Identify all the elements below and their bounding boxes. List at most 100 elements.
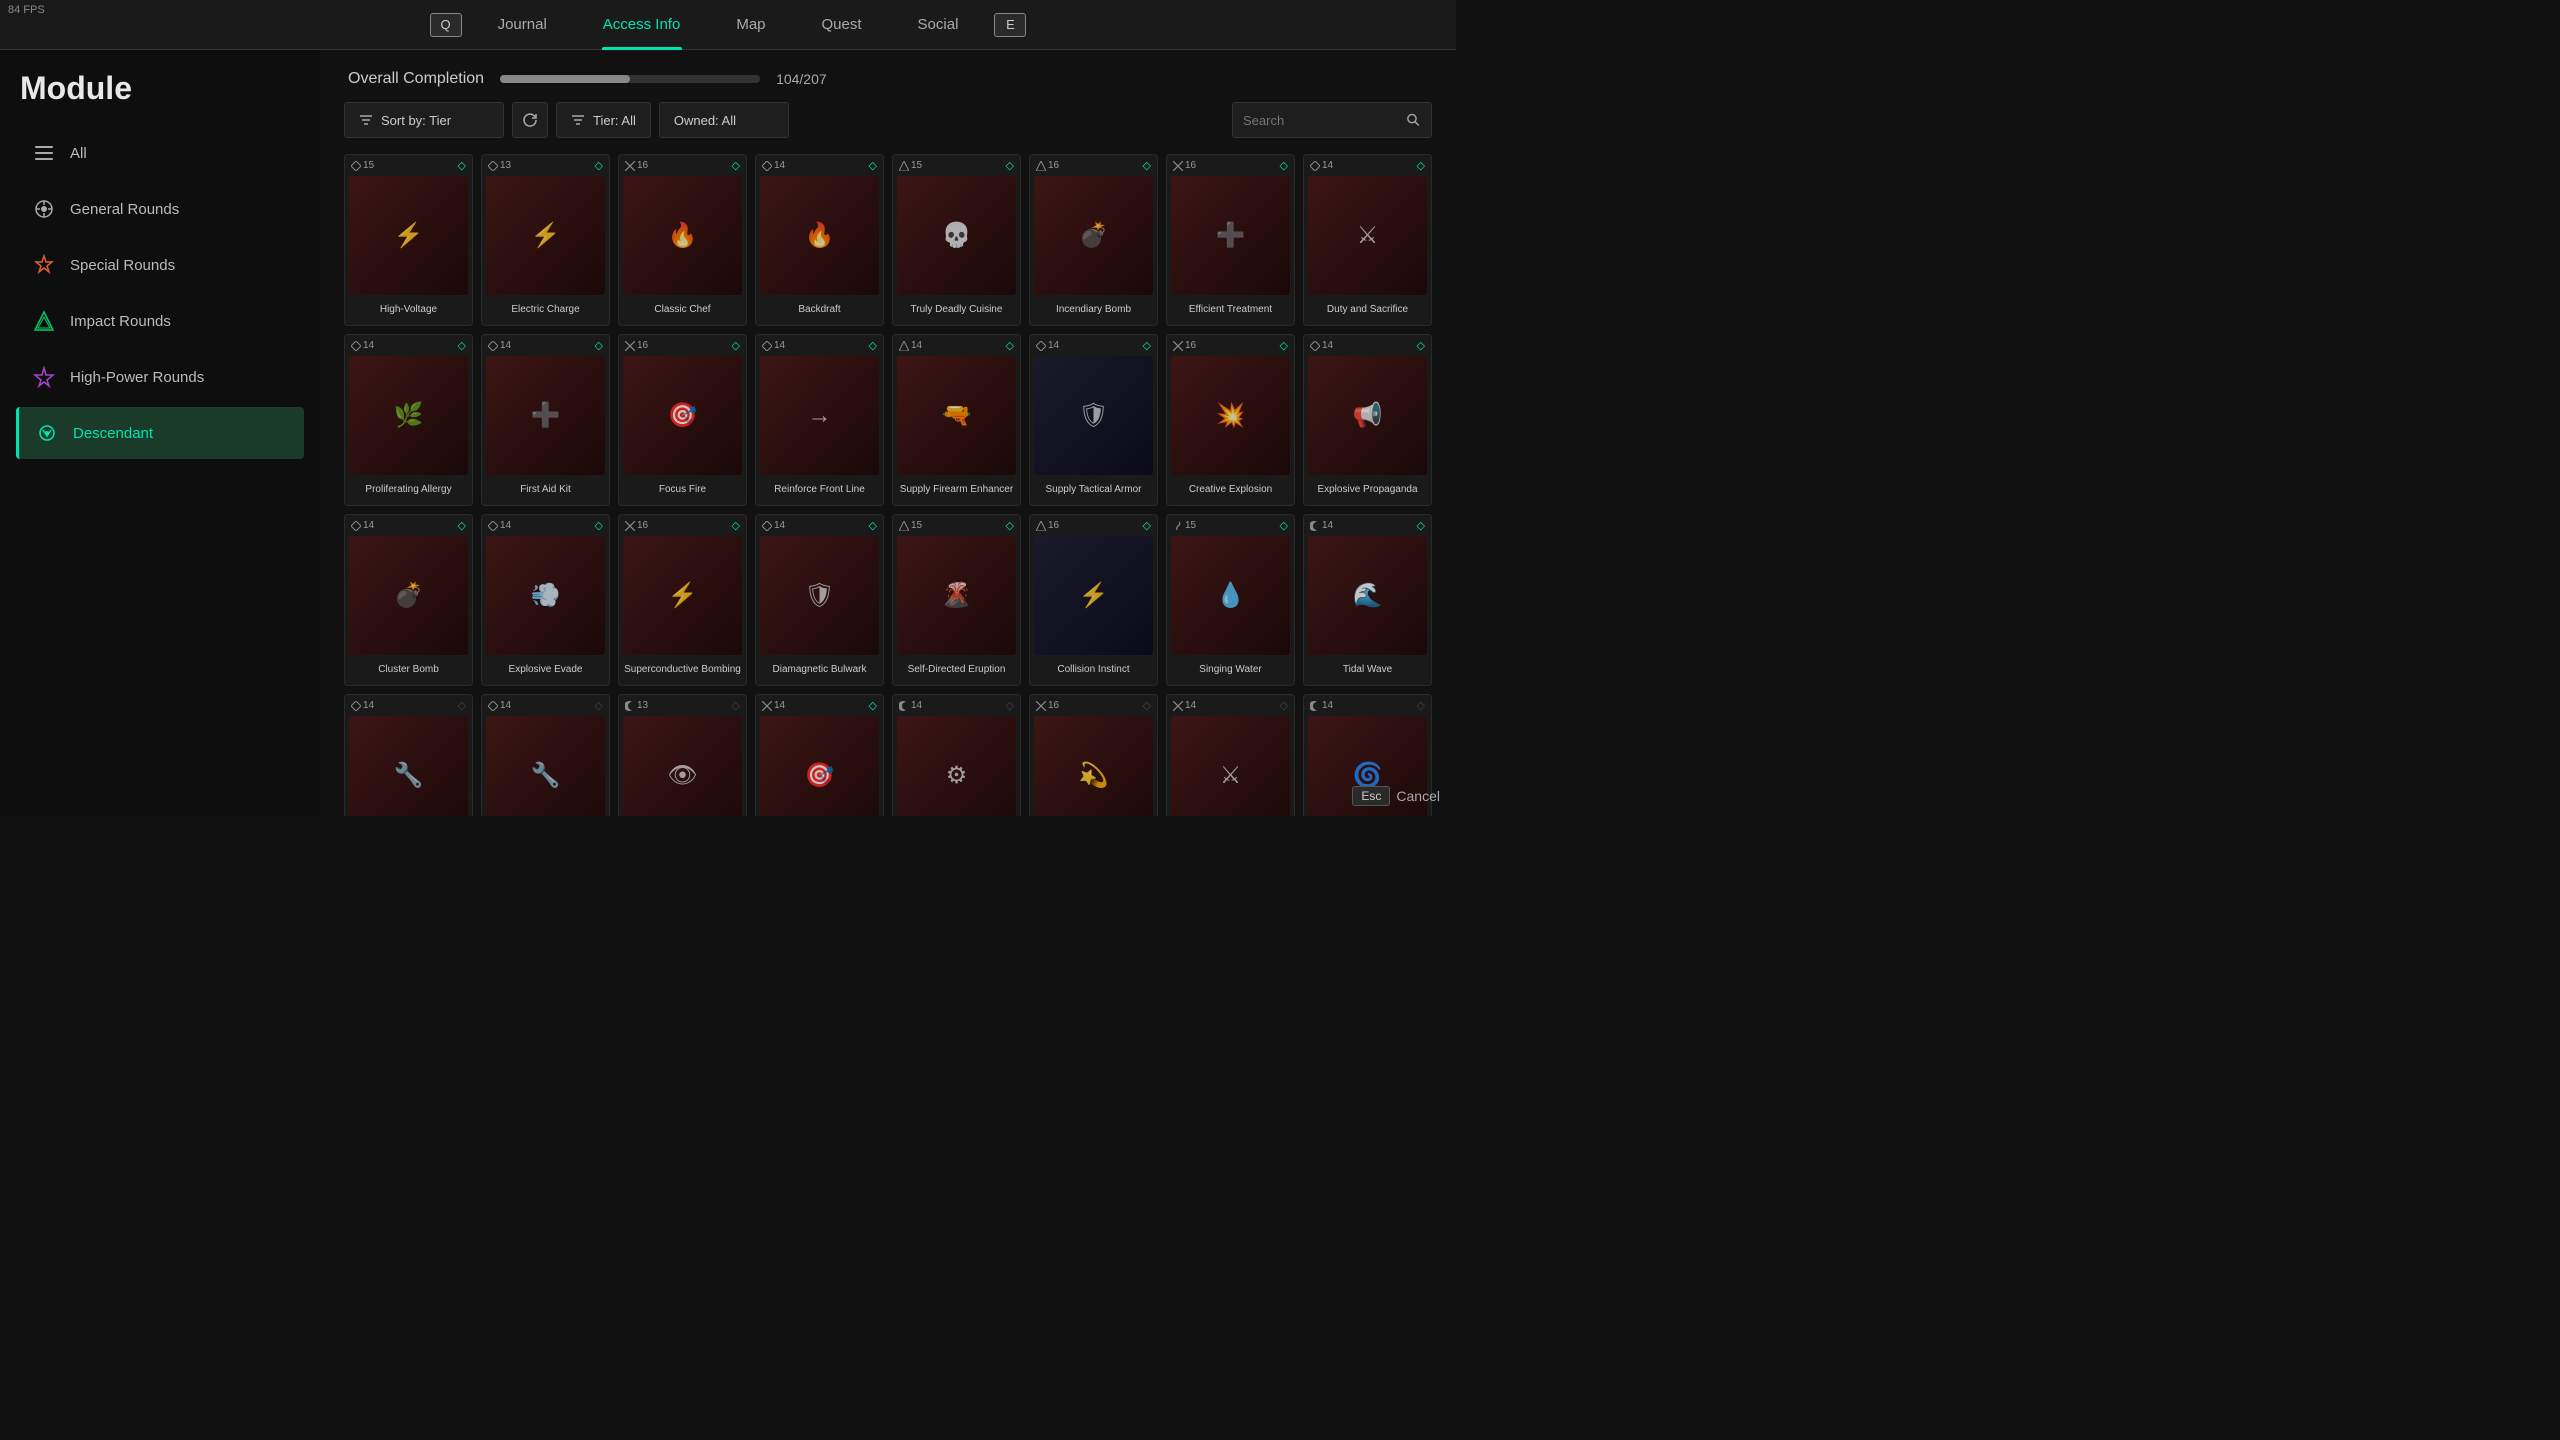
module-card[interactable]: 16 ◇ 🔥 Classic Chef — [618, 154, 747, 326]
card-tier: 14 — [488, 700, 511, 711]
module-card[interactable]: 13 ◇ ⚡ Electric Charge — [481, 154, 610, 326]
impact-rounds-icon — [32, 309, 56, 333]
tier-number: 14 — [911, 700, 922, 711]
all-icon — [32, 141, 56, 165]
highpower-rounds-icon — [32, 365, 56, 389]
sidebar-item-descendant[interactable]: Descendant — [16, 407, 304, 459]
module-card[interactable]: 14 ◇ ➕ First Aid Kit — [481, 334, 610, 506]
module-icon: 🛡 — [1078, 401, 1108, 430]
module-card[interactable]: 16 ◇ ⚡ Collision Instinct — [1029, 514, 1158, 686]
module-card[interactable]: 14 ◇ 🛡 Diamagnetic Bulwark — [755, 514, 884, 686]
tier-type-icon — [1036, 161, 1046, 171]
esc-key[interactable]: Esc — [1352, 786, 1390, 806]
sidebar-item-highpower-rounds[interactable]: High-Power Rounds — [16, 351, 304, 403]
nav-item-quest[interactable]: Quest — [794, 0, 890, 50]
nav-item-access-info[interactable]: Access Info — [575, 0, 709, 50]
module-card[interactable]: 16 ◇ 🎯 Focus Fire — [618, 334, 747, 506]
module-card[interactable]: 14 ◇ 🔥 Backdraft — [755, 154, 884, 326]
card-tier: 15 — [899, 160, 922, 171]
module-card[interactable]: 16 ◇ ⚡ Superconductive Bombing — [618, 514, 747, 686]
module-icon: 💥 — [1216, 401, 1246, 430]
owned-checkmark: ◇ — [1143, 159, 1151, 172]
tier-type-icon — [1173, 521, 1183, 531]
module-card[interactable]: 14 ◇ 🔧 — [344, 694, 473, 816]
card-header: 13 ◇ — [619, 695, 746, 716]
module-card[interactable]: 14 ◇ 🛡 Supply Tactical Armor — [1029, 334, 1158, 506]
module-card[interactable]: 14 ◇ 💨 Explosive Evade — [481, 514, 610, 686]
owned-checkmark: ◇ — [869, 519, 877, 532]
card-image-area: 💫 — [1034, 716, 1153, 816]
card-header: 14 ◇ — [1167, 695, 1294, 716]
module-card[interactable]: 15 ◇ 💧 Singing Water — [1166, 514, 1295, 686]
card-tier: 15 — [351, 160, 374, 171]
sidebar-item-special-rounds[interactable]: Special Rounds — [16, 239, 304, 291]
card-tier: 14 — [762, 160, 785, 171]
module-card[interactable]: 14 ◇ 🌊 Tidal Wave — [1303, 514, 1432, 686]
module-card[interactable]: 16 ◇ 💥 Creative Explosion — [1166, 334, 1295, 506]
card-header: 14 ◇ — [1304, 695, 1431, 716]
module-icon: 👁 — [667, 761, 697, 790]
card-header: 15 ◇ — [345, 155, 472, 176]
search-bar[interactable] — [1232, 102, 1432, 138]
sidebar-item-all[interactable]: All — [16, 127, 304, 179]
progress-bar-bg — [500, 75, 760, 83]
module-card[interactable]: 15 ◇ 🌋 Self-Directed Eruption — [892, 514, 1021, 686]
module-card[interactable]: 16 ◇ 💫 — [1029, 694, 1158, 816]
progress-count: 104/207 — [776, 71, 827, 87]
card-header: 14 ◇ — [1030, 335, 1157, 356]
module-card[interactable]: 14 ◇ 💣 Cluster Bomb — [344, 514, 473, 686]
nav-key-q[interactable]: Q — [430, 13, 462, 37]
refresh-button[interactable] — [512, 102, 548, 138]
card-header: 15 ◇ — [893, 155, 1020, 176]
card-tier: 14 — [899, 340, 922, 351]
card-tier: 14 — [488, 340, 511, 351]
card-header: 16 ◇ — [1167, 335, 1294, 356]
card-tier: 14 — [1036, 340, 1059, 351]
owned-checkmark: ◇ — [1006, 159, 1014, 172]
module-card[interactable]: 14 ◇ ⚙ — [892, 694, 1021, 816]
module-card[interactable]: 15 ◇ ⚡ High-Voltage — [344, 154, 473, 326]
nav-key-e[interactable]: E — [994, 13, 1026, 37]
module-card[interactable]: 16 ◇ ➕ Efficient Treatment — [1166, 154, 1295, 326]
nav-item-social[interactable]: Social — [890, 0, 987, 50]
card-header: 15 ◇ — [893, 515, 1020, 536]
main-layout: Module All — [0, 50, 1456, 816]
owned-checkmark: ◇ — [732, 519, 740, 532]
cancel-label[interactable]: Cancel — [1396, 788, 1440, 804]
card-name: Cluster Bomb — [345, 655, 472, 685]
module-card[interactable]: 13 ◇ 👁 — [618, 694, 747, 816]
sidebar-item-general-rounds[interactable]: General Rounds — [16, 183, 304, 235]
tier-number: 14 — [1322, 520, 1333, 531]
not-owned: ◇ — [595, 699, 603, 712]
tier-type-icon — [351, 161, 361, 171]
module-card[interactable]: 14 ◇ ⚔ Duty and Sacrifice — [1303, 154, 1432, 326]
sidebar-item-impact-rounds[interactable]: Impact Rounds — [16, 295, 304, 347]
card-header: 16 ◇ — [619, 155, 746, 176]
module-card[interactable]: 15 ◇ 💀 Truly Deadly Cuisine — [892, 154, 1021, 326]
owned-filter-button[interactable]: Owned: All — [659, 102, 789, 138]
module-card[interactable]: 14 ◇ 🌿 Proliferating Allergy — [344, 334, 473, 506]
card-header: 14 ◇ — [345, 515, 472, 536]
module-card[interactable]: 14 ◇ 🔫 Supply Firearm Enhancer — [892, 334, 1021, 506]
card-tier: 15 — [899, 520, 922, 531]
sidebar-label-special: Special Rounds — [70, 257, 175, 274]
sort-button[interactable]: Sort by: Tier — [344, 102, 504, 138]
card-image-area: 🌊 — [1308, 536, 1427, 655]
search-input[interactable] — [1243, 113, 1406, 128]
card-tier: 14 — [488, 520, 511, 531]
tier-number: 16 — [1048, 520, 1059, 531]
filter-bar: Sort by: Tier Tier: All Owned: All — [344, 102, 1432, 138]
card-name: Efficient Treatment — [1167, 295, 1294, 325]
module-card[interactable]: 14 ◇ → Reinforce Front Line — [755, 334, 884, 506]
module-card[interactable]: 14 ◇ ⚔ — [1166, 694, 1295, 816]
card-name: Collision Instinct — [1030, 655, 1157, 685]
tier-filter-button[interactable]: Tier: All — [556, 102, 651, 138]
module-card[interactable]: 16 ◇ 💣 Incendiary Bomb — [1029, 154, 1158, 326]
content-area: Overall Completion 104/207 Sort by: Tier… — [320, 50, 1456, 816]
module-card[interactable]: 14 ◇ 🎯 — [755, 694, 884, 816]
card-image-area: 🛡 — [760, 536, 879, 655]
module-card[interactable]: 14 ◇ 📢 Explosive Propaganda — [1303, 334, 1432, 506]
module-card[interactable]: 14 ◇ 🔧 — [481, 694, 610, 816]
nav-item-journal[interactable]: Journal — [470, 0, 575, 50]
nav-item-map[interactable]: Map — [708, 0, 793, 50]
